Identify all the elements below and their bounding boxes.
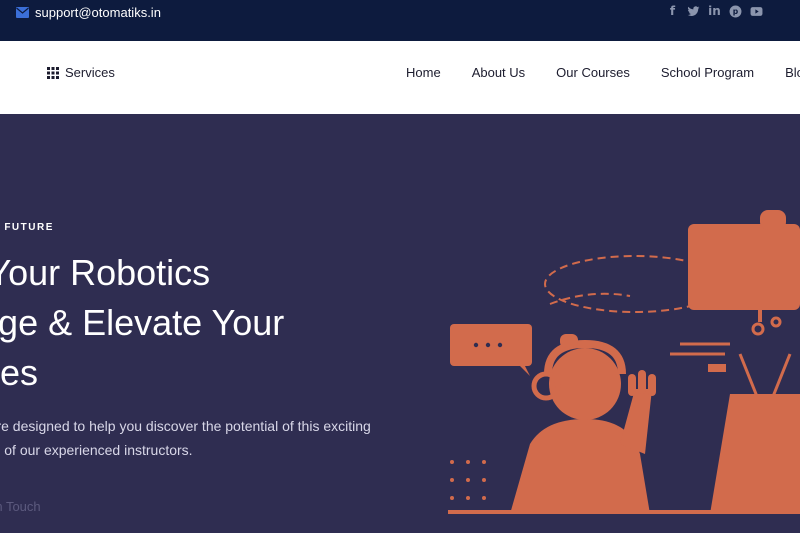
- top-bar: support@otomatiks.in f in p: [0, 0, 800, 41]
- services-menu-button[interactable]: Services: [47, 65, 115, 80]
- envelope-icon: [16, 7, 29, 18]
- get-in-touch-button[interactable]: et in Touch: [0, 499, 41, 514]
- main-navigation: Services Home About Us Our Courses Schoo…: [0, 41, 800, 114]
- hero-section: 'S FUTURE e Your Robotics edge & Elevate…: [0, 114, 800, 533]
- nav-item-about-us[interactable]: About Us: [472, 65, 525, 80]
- services-label: Services: [65, 65, 115, 80]
- hero-description: es are designed to help you discover the…: [0, 414, 371, 462]
- hero-tagline: 'S FUTURE: [0, 222, 54, 233]
- social-links: f in p: [662, 4, 767, 18]
- nav-item-our-courses[interactable]: Our Courses: [556, 65, 630, 80]
- description-line-1: es are designed to help you discover the…: [0, 418, 371, 434]
- robotics-learner-illustration: [448, 210, 800, 514]
- nav-item-home[interactable]: Home: [406, 65, 441, 80]
- hero-headline: e Your Robotics edge & Elevate Your ture…: [0, 248, 284, 398]
- description-line-2: ance of our experienced instructors.: [0, 442, 193, 458]
- youtube-icon[interactable]: [746, 4, 767, 18]
- linkedin-icon[interactable]: in: [704, 4, 725, 18]
- nav-item-school-program[interactable]: School Program: [661, 65, 754, 80]
- facebook-icon[interactable]: f: [662, 4, 683, 18]
- support-email[interactable]: support@otomatiks.in: [16, 5, 161, 20]
- support-email-text: support@otomatiks.in: [35, 5, 161, 20]
- nav-menu: Home About Us Our Courses School Program…: [406, 65, 800, 80]
- svg-text:p: p: [733, 7, 739, 16]
- grid-icon: [47, 66, 59, 79]
- headline-line-1: e Your Robotics: [0, 252, 211, 293]
- headline-line-2: edge & Elevate Your: [0, 302, 285, 343]
- monitor-icon: [688, 210, 800, 336]
- twitter-icon[interactable]: [683, 4, 704, 18]
- pinterest-icon[interactable]: p: [725, 4, 746, 18]
- headline-line-3: tures: [0, 352, 39, 393]
- nav-item-blog[interactable]: Blo: [785, 65, 800, 80]
- decorative-dots: [450, 460, 486, 500]
- chat-bubble-icon: [450, 324, 532, 376]
